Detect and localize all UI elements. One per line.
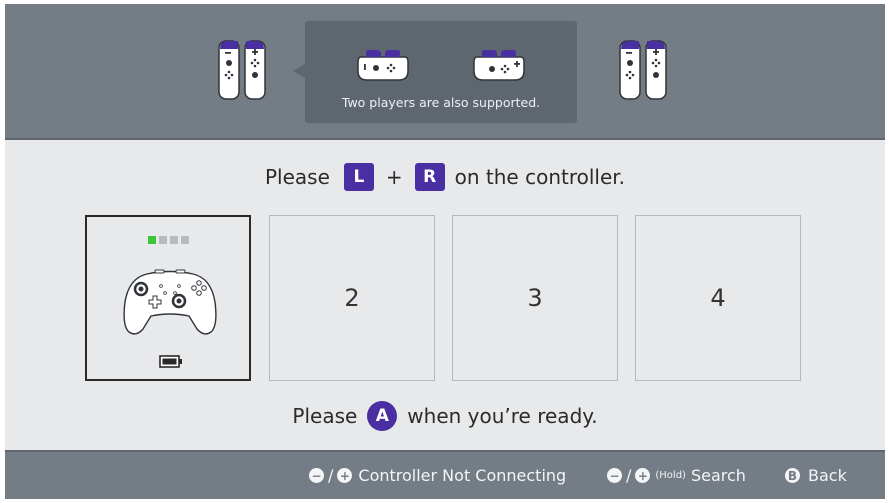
slot-number: 4 — [710, 284, 726, 312]
controller-not-connecting-label: Controller Not Connecting — [358, 466, 567, 485]
back-label: Back — [808, 466, 847, 485]
instruction-prefix: Please — [292, 404, 358, 428]
player-slot-1[interactable] — [85, 215, 251, 381]
r-button-icon: R — [414, 163, 445, 191]
slot-number: 3 — [527, 284, 543, 312]
plus-button-icon: + — [337, 468, 353, 483]
player-led — [170, 236, 178, 244]
minus-button-icon: − — [607, 468, 622, 483]
l-button-icon: L — [343, 163, 374, 191]
slot-number: 2 — [344, 284, 360, 312]
search-button[interactable]: − / + (Hold) Search — [607, 452, 746, 499]
player-led — [181, 236, 189, 244]
player-slot-2[interactable]: 2 — [269, 215, 435, 381]
player-slot-4[interactable]: 4 — [635, 215, 801, 381]
minus-button-icon: − — [309, 468, 324, 483]
b-button-icon: B — [785, 468, 800, 483]
player-led — [148, 236, 156, 244]
player-slot-3[interactable]: 3 — [452, 215, 618, 381]
footer-bar: − / + Controller Not Connecting − / + (H… — [5, 450, 885, 499]
search-label: Search — [690, 466, 746, 485]
ready-instruction: Please A when you’re ready. — [5, 399, 885, 433]
controller-pairing-screen: Two players are also supported. Please L… — [5, 4, 885, 499]
header-divider — [5, 138, 885, 140]
joycon-pair-vertical-icon — [619, 40, 667, 100]
a-button-icon: A — [367, 401, 398, 431]
plus-sign: + — [385, 165, 403, 189]
slash-separator: / — [328, 466, 334, 485]
hold-label: (Hold) — [655, 470, 686, 481]
controller-not-connecting-button[interactable]: − / + Controller Not Connecting — [309, 452, 566, 499]
pro-controller-icon — [123, 269, 217, 335]
tooltip-arrow — [293, 64, 305, 78]
battery-icon — [159, 355, 182, 368]
plus-button-icon: + — [635, 468, 651, 483]
joycon-left-horizontal-icon — [357, 50, 409, 81]
back-button[interactable]: B Back — [785, 452, 847, 499]
two-players-tooltip: Two players are also supported. — [305, 21, 577, 123]
player-indicator-leds — [148, 236, 189, 244]
instruction-suffix: when you’re ready. — [407, 404, 598, 428]
joycon-right-horizontal-icon — [473, 50, 525, 81]
player-led — [159, 236, 167, 244]
header-panel: Two players are also supported. — [5, 4, 885, 138]
pairing-instruction: Please L + R on the controller. — [5, 161, 885, 193]
tooltip-text: Two players are also supported. — [341, 95, 541, 110]
instruction-suffix: on the controller. — [454, 165, 626, 189]
joycon-pair-vertical-icon — [218, 40, 266, 100]
slash-separator: / — [626, 466, 632, 485]
instruction-prefix: Please — [264, 165, 330, 189]
